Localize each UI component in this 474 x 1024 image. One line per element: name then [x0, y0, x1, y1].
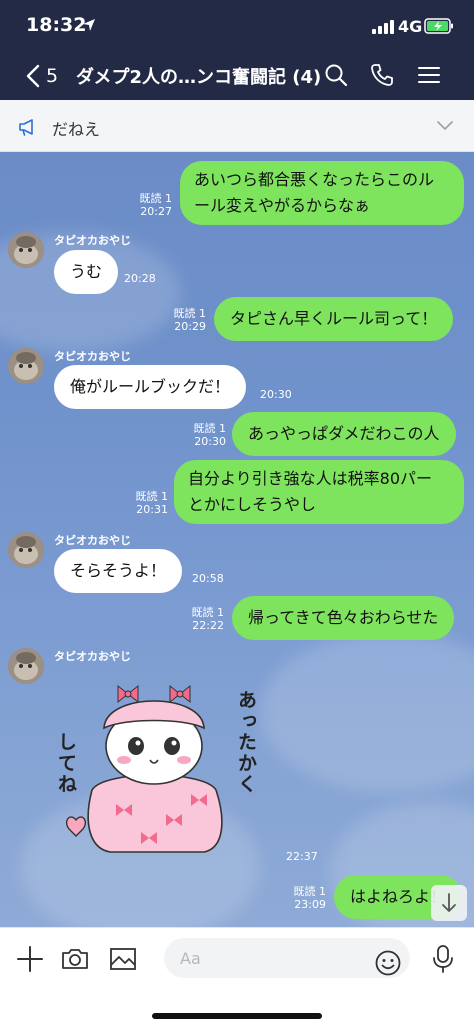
microphone-icon[interactable] — [428, 944, 458, 974]
message-time: 20:58 — [192, 572, 224, 585]
unread-count: 5 — [46, 65, 59, 87]
message-input-bar — [0, 927, 474, 1024]
avatar[interactable] — [8, 348, 44, 384]
message-text: うむ — [70, 262, 103, 281]
message-text: タピさん早くルール司って！ — [230, 309, 438, 328]
message-time: 20:27 — [140, 205, 172, 218]
signal-strength-icon — [372, 20, 394, 34]
avatar[interactable] — [8, 232, 44, 268]
home-indicator — [152, 1013, 322, 1019]
sender-name: タピオカおやじ — [54, 350, 131, 363]
location-arrow-icon — [83, 19, 95, 31]
message-text: 俺がルールブックだ！ — [70, 377, 231, 396]
chat-area[interactable]: 既読 1 20:27 あいつら都合悪くなったらこのル ール変えやがるからなぁ タ… — [0, 152, 474, 927]
chat-title[interactable]: ダメプ2人の…ンコ奮闘記 (4) — [76, 63, 321, 89]
back-button[interactable]: 5 — [26, 62, 66, 90]
hamburger-menu-icon[interactable] — [417, 63, 441, 87]
plus-icon[interactable] — [15, 944, 45, 974]
chevron-down-icon[interactable] — [436, 120, 454, 132]
outgoing-message[interactable]: あいつら都合悪くなったらこのル ール変えやがるからなぁ — [180, 161, 464, 225]
chat-header: 18:32 4G 5 ダメプ2人の…ンコ奮闘記 (4) — [0, 0, 474, 100]
avatar-image — [8, 532, 44, 568]
message-meta: 既読 1 20:29 — [164, 307, 207, 333]
scroll-to-bottom-button[interactable] — [431, 885, 467, 921]
message-time: 20:30 — [194, 435, 226, 448]
outgoing-message[interactable]: タピさん早くルール司って！ — [214, 297, 454, 341]
read-receipt: 既読 1 — [139, 192, 173, 205]
outgoing-message[interactable]: 帰ってきて色々おわらせた — [232, 596, 455, 640]
arrow-down-icon — [442, 893, 456, 912]
read-receipt: 既読 1 — [193, 422, 227, 435]
camera-icon[interactable] — [60, 944, 90, 974]
sticker-message[interactable]: あったかく してね — [54, 680, 276, 860]
message-meta: 既読 1 20:27 — [130, 192, 173, 218]
read-receipt: 既読 1 — [135, 490, 169, 503]
emoji-icon[interactable] — [374, 949, 402, 977]
message-line: 自分より引き強な人は税率80パー — [188, 469, 433, 488]
message-time: 22:22 — [192, 619, 224, 632]
status-time: 18:32 — [26, 14, 87, 36]
avatar-image — [8, 648, 44, 684]
announcement-bar[interactable]: だねえ — [0, 100, 474, 152]
battery-charging-icon — [424, 18, 453, 34]
search-icon[interactable] — [324, 63, 348, 87]
network-type: 4G — [398, 17, 423, 36]
message-time: 22:37 — [286, 850, 318, 863]
background-cloud — [260, 632, 474, 792]
outgoing-message[interactable]: 自分より引き強な人は税率80パー とかにしそうやし — [174, 460, 464, 524]
read-receipt: 既読 1 — [293, 885, 327, 898]
phone-icon[interactable] — [370, 63, 394, 87]
image-icon[interactable] — [108, 944, 138, 974]
chevron-left-icon — [26, 64, 40, 88]
megaphone-icon — [19, 119, 33, 136]
outgoing-message[interactable]: あっやっぱダメだわこの人 — [232, 412, 456, 456]
message-line: とかにしそうやし — [188, 495, 317, 514]
sender-name: タピオカおやじ — [54, 650, 131, 663]
message-time: 20:30 — [260, 388, 292, 401]
sender-name: タピオカおやじ — [54, 234, 131, 247]
message-meta: 既読 1 23:09 — [284, 885, 327, 911]
avatar-image — [8, 348, 44, 384]
message-text: 帰ってきて色々おわらせた — [248, 608, 439, 627]
avatar-image — [8, 232, 44, 268]
message-line: あいつら都合悪くなったらこのル — [194, 170, 435, 189]
sticker-text-vertical: してね — [55, 732, 77, 795]
incoming-message[interactable]: 俺がルールブックだ！ — [54, 365, 247, 409]
nav-bar: 5 ダメプ2人の…ンコ奮闘記 (4) — [0, 50, 474, 100]
message-line: ール変えやがるからなぁ — [194, 196, 371, 215]
avatar[interactable] — [8, 532, 44, 568]
read-receipt: 既読 1 — [191, 606, 225, 619]
avatar[interactable] — [8, 648, 44, 684]
message-text: そらそうよ！ — [70, 561, 167, 580]
sender-name: タピオカおやじ — [54, 534, 131, 547]
message-time: 20:29 — [174, 320, 206, 333]
message-meta: 既読 1 20:30 — [184, 422, 227, 448]
incoming-message[interactable]: そらそうよ！ — [54, 549, 183, 593]
sticker-text-vertical: あったかく — [235, 690, 257, 795]
message-time: 20:31 — [136, 503, 168, 516]
message-text: あっやっぱダメだわこの人 — [248, 424, 440, 443]
message-meta: 既読 1 22:22 — [182, 606, 225, 632]
message-meta: 既読 1 20:31 — [126, 490, 169, 516]
message-time: 20:28 — [124, 272, 156, 285]
message-time: 23:09 — [294, 898, 326, 911]
announcement-text: だねえ — [52, 120, 101, 139]
status-bar: 18:32 4G — [0, 0, 474, 50]
read-receipt: 既読 1 — [173, 307, 207, 320]
incoming-message[interactable]: うむ — [54, 250, 119, 294]
